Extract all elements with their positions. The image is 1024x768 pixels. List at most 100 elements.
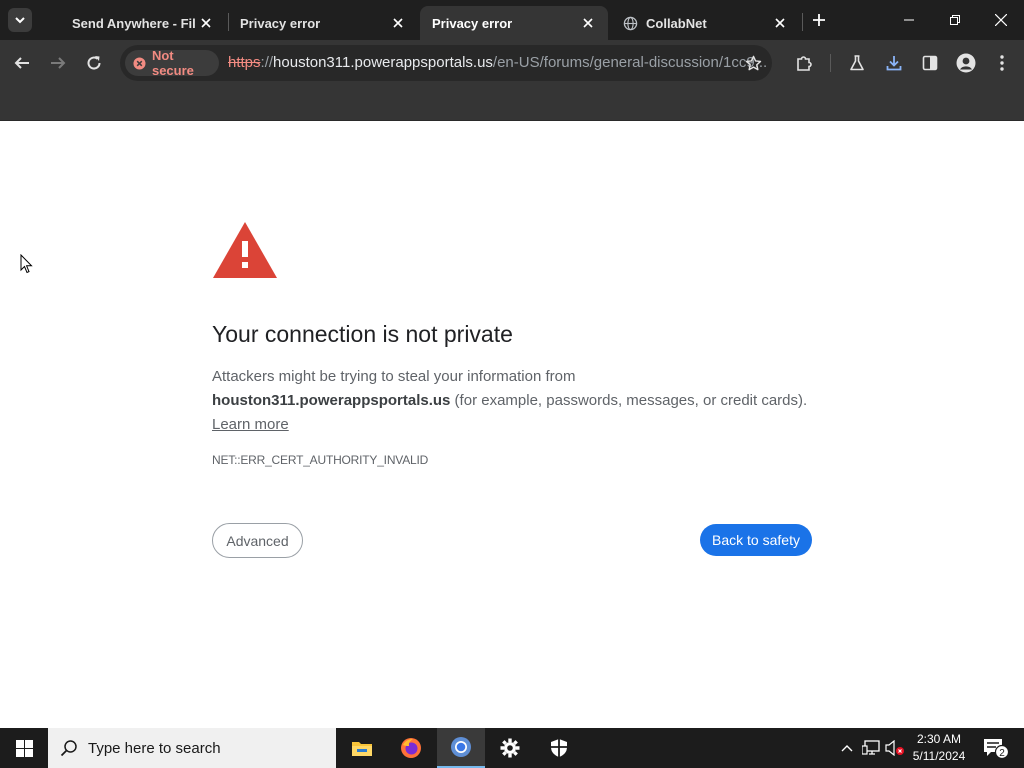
interstitial-page: Your connection is not private Attackers… bbox=[0, 121, 1024, 728]
search-placeholder: Type here to search bbox=[88, 739, 221, 757]
firefox-icon bbox=[401, 738, 421, 758]
tab-search-button[interactable] bbox=[8, 8, 32, 32]
security-taskbar-button[interactable] bbox=[535, 728, 583, 768]
security-chip-label: Not secure bbox=[151, 48, 194, 78]
page-title: Your connection is not private bbox=[212, 321, 513, 347]
warning-triangle-icon bbox=[213, 222, 277, 278]
url-separator: :// bbox=[260, 54, 274, 71]
tab-title: Privacy error bbox=[432, 15, 513, 31]
tab-privacy-error-active[interactable]: Privacy error bbox=[420, 6, 608, 40]
close-icon bbox=[775, 18, 785, 28]
close-icon bbox=[393, 18, 403, 28]
minimize-button[interactable] bbox=[886, 0, 932, 40]
clock-time: 2:30 AM bbox=[916, 732, 962, 746]
network-icon bbox=[862, 740, 880, 755]
star-icon bbox=[745, 55, 761, 70]
tab-title: Send Anywhere - File t bbox=[72, 15, 196, 31]
puzzle-icon bbox=[797, 56, 812, 71]
error-circle-icon bbox=[133, 56, 146, 70]
description-text: Attackers might be trying to steal your … bbox=[212, 368, 576, 385]
taskbar-search-box[interactable]: Type here to search bbox=[48, 728, 336, 768]
close-icon bbox=[583, 18, 593, 28]
error-code: NET::ERR_CERT_AUTHORITY_INVALID bbox=[212, 453, 429, 467]
globe-icon bbox=[622, 15, 638, 31]
tab-close-button[interactable] bbox=[196, 13, 216, 33]
back-button[interactable] bbox=[8, 49, 36, 77]
address-bar[interactable]: Not secure https://houston311.powerappsp… bbox=[120, 45, 772, 81]
download-icon bbox=[886, 56, 902, 71]
error-description: Attackers might be trying to steal your … bbox=[212, 365, 812, 437]
advanced-button[interactable]: Advanced bbox=[212, 523, 303, 558]
tab-send-anywhere[interactable]: Send Anywhere - File t bbox=[60, 6, 226, 40]
mouse-cursor-icon bbox=[20, 254, 33, 274]
forward-button[interactable] bbox=[44, 49, 72, 77]
volume-tray-button[interactable] bbox=[884, 728, 906, 768]
extensions-button[interactable] bbox=[791, 50, 817, 76]
windows-logo-icon bbox=[15, 739, 33, 757]
menu-button[interactable] bbox=[989, 50, 1015, 76]
new-tab-button[interactable] bbox=[808, 8, 830, 32]
tab-close-button[interactable] bbox=[388, 13, 408, 33]
system-clock[interactable]: 2:30 AM 5/11/2024 bbox=[906, 731, 972, 765]
notification-icon: 2 bbox=[984, 739, 1009, 759]
chevron-down-icon bbox=[15, 17, 25, 24]
more-vert-icon bbox=[1000, 55, 1004, 71]
file-explorer-taskbar-button[interactable] bbox=[338, 728, 386, 768]
reload-icon bbox=[87, 56, 101, 70]
windows-taskbar: Type here to search 2:30 AM 5/11/2024 2 bbox=[0, 728, 1024, 768]
side-panel-button[interactable] bbox=[917, 50, 943, 76]
close-icon bbox=[201, 18, 211, 28]
side-panel-icon bbox=[922, 55, 938, 71]
close-window-button[interactable] bbox=[978, 0, 1024, 40]
tab-title: CollabNet bbox=[646, 15, 707, 31]
security-chip[interactable]: Not secure bbox=[125, 48, 219, 78]
url-path: /en-US/forums/general-discussion/1cc9... bbox=[492, 54, 768, 71]
chrome-icon bbox=[451, 737, 471, 757]
volume-muted-icon bbox=[885, 740, 904, 756]
tab-divider bbox=[802, 13, 803, 31]
url-host: houston311.powerappsportals.us bbox=[273, 54, 493, 71]
network-tray-button[interactable] bbox=[860, 728, 882, 768]
browser-toolbar: Not secure https://houston311.powerappsp… bbox=[0, 40, 1024, 86]
profile-button[interactable] bbox=[953, 50, 979, 76]
notification-count: 2 bbox=[999, 748, 1005, 759]
url-scheme: https bbox=[228, 54, 261, 71]
shield-icon bbox=[551, 739, 567, 757]
description-text-2: (for example, passwords, messages, or cr… bbox=[450, 392, 808, 409]
chrome-taskbar-button[interactable] bbox=[437, 728, 485, 768]
labs-button[interactable] bbox=[844, 50, 870, 76]
show-hidden-icons-button[interactable] bbox=[838, 728, 856, 768]
bookmarks-bar bbox=[0, 86, 1024, 121]
restore-button[interactable] bbox=[932, 0, 978, 40]
back-to-safety-button[interactable]: Back to safety bbox=[700, 524, 812, 556]
toolbar-divider bbox=[830, 54, 831, 72]
minimize-icon bbox=[904, 19, 914, 21]
tab-privacy-error-1[interactable]: Privacy error bbox=[228, 6, 418, 40]
arrow-right-icon bbox=[51, 57, 66, 69]
folder-icon bbox=[352, 742, 372, 756]
flask-icon bbox=[850, 55, 864, 71]
clock-date: 5/11/2024 bbox=[912, 749, 966, 763]
bookmark-button[interactable] bbox=[742, 52, 764, 74]
tab-title: Privacy error bbox=[240, 15, 321, 31]
reload-button[interactable] bbox=[80, 49, 108, 77]
host-name: houston311.powerappsportals.us bbox=[212, 392, 451, 409]
tab-close-button[interactable] bbox=[770, 13, 790, 33]
gear-icon bbox=[500, 738, 520, 758]
search-icon bbox=[60, 740, 77, 757]
firefox-taskbar-button[interactable] bbox=[387, 728, 435, 768]
url-text[interactable]: https://houston311.powerappsportals.us/e… bbox=[228, 54, 767, 71]
avatar-icon bbox=[956, 53, 976, 73]
tab-close-button[interactable] bbox=[578, 13, 598, 33]
arrow-left-icon bbox=[14, 57, 29, 69]
tab-collabnet[interactable]: CollabNet bbox=[610, 6, 800, 40]
settings-taskbar-button[interactable] bbox=[486, 728, 534, 768]
tab-strip: Send Anywhere - File t Privacy error Pri… bbox=[0, 0, 1024, 40]
close-icon bbox=[995, 14, 1007, 26]
downloads-button[interactable] bbox=[881, 50, 907, 76]
plus-icon bbox=[813, 14, 825, 26]
start-button[interactable] bbox=[0, 728, 48, 768]
notification-center-button[interactable]: 2 bbox=[978, 728, 1014, 768]
learn-more-link[interactable]: Learn more bbox=[212, 416, 289, 433]
restore-icon bbox=[950, 15, 960, 25]
